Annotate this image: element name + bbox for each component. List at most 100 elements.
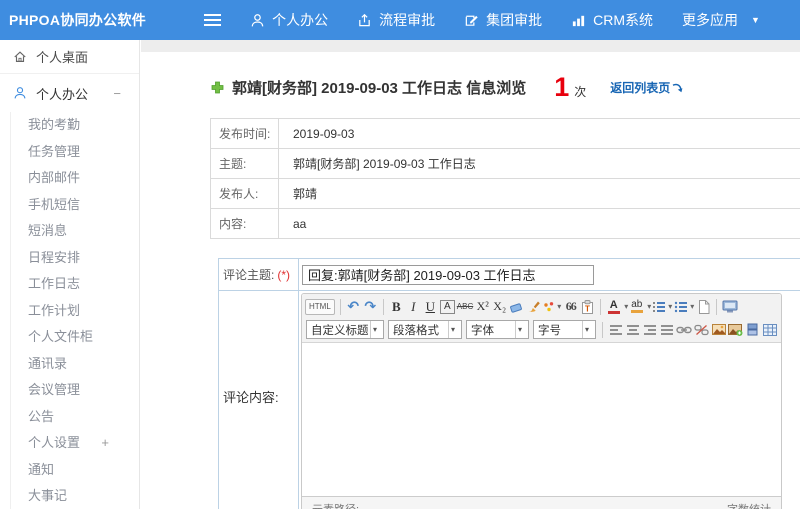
caret-down-icon[interactable]: ▾: [647, 302, 651, 311]
dropdown-label: 字号: [538, 324, 561, 337]
insert-image-icon[interactable]: [711, 321, 726, 339]
element-path-label: 元素路径:: [312, 501, 359, 509]
sidebar-item-meeting-management[interactable]: 会议管理: [11, 377, 139, 404]
font-style-button[interactable]: A: [439, 299, 455, 314]
row-label: 主题:: [211, 149, 279, 178]
sidebar-item-announcement[interactable]: 公告: [11, 404, 139, 431]
font-family-dropdown[interactable]: 字体 ▾: [466, 320, 529, 339]
nav-item-flow-approval[interactable]: 流程审批: [357, 10, 435, 30]
sidebar-item-my-attendance[interactable]: 我的考勤: [11, 112, 139, 139]
insert-table-icon[interactable]: [762, 321, 777, 339]
hamburger-icon[interactable]: [204, 19, 222, 21]
sidebar-item-work-plan[interactable]: 工作计划: [11, 298, 139, 325]
sidebar-item-task-management[interactable]: 任务管理: [11, 139, 139, 166]
table-row: 内容: aa: [211, 209, 800, 239]
nav-item-more-apps[interactable]: 更多应用: [682, 10, 738, 30]
nav-item-label: 个人办公: [272, 12, 329, 28]
sidebar-item-mobile-sms[interactable]: 手机短信: [11, 192, 139, 219]
chevron-down-icon[interactable]: ▼: [751, 15, 760, 25]
sidebar-item-contacts[interactable]: 通讯录: [11, 351, 139, 378]
sidebar-item-label: 短消息: [28, 223, 68, 238]
back-to-list-link[interactable]: 返回列表页: [610, 79, 683, 96]
sidebar-item-internal-mail[interactable]: 内部邮件: [11, 165, 139, 192]
toolbar-separator: [600, 298, 602, 315]
crm-chart-icon: [572, 15, 585, 26]
comment-subject-input[interactable]: [302, 264, 594, 285]
format-brush-icon[interactable]: [526, 298, 541, 316]
custom-heading-dropdown[interactable]: 自定义标题 ▾: [306, 320, 384, 339]
dropdown-label: 自定义标题: [311, 324, 369, 337]
font-size-dropdown[interactable]: 字号 ▾: [533, 320, 596, 339]
editor-status-bar: 元素路径: 字数统计: [302, 496, 781, 509]
sidebar-item-work-log[interactable]: 工作日志: [11, 271, 139, 298]
sidebar-item-label: 工作日志: [28, 276, 81, 291]
log-info-table: 发布时间: 2019-09-03 主题: 郭靖[财务部] 2019-09-03 …: [210, 118, 800, 239]
dropdown-label: 段落格式: [393, 324, 439, 337]
font-color-letter: A: [609, 298, 618, 311]
align-center-icon[interactable]: [625, 321, 640, 339]
sidebar-item-memorabilia[interactable]: 大事记: [11, 483, 139, 509]
word-count-label[interactable]: 字数统计: [727, 501, 771, 509]
toolbar-separator: [382, 298, 384, 315]
paragraph-format-dropdown[interactable]: 段落格式 ▾: [388, 320, 462, 339]
strikethrough-button[interactable]: ABC: [457, 298, 473, 316]
toolbar-separator: [716, 298, 718, 315]
caret-down-icon[interactable]: ▾: [624, 302, 628, 311]
subscript-button[interactable]: X₂: [492, 298, 507, 316]
nav-item-label: CRM系统: [593, 12, 653, 28]
sidebar-item-schedule[interactable]: 日程安排: [11, 245, 139, 272]
insert-link-icon[interactable]: [676, 321, 692, 339]
collapse-minus-icon[interactable]: −: [113, 86, 121, 101]
comment-subject-label: 评论主题: (*): [219, 259, 299, 290]
eraser-icon[interactable]: [509, 298, 524, 316]
unordered-list-icon[interactable]: ▾: [674, 298, 694, 316]
fullscreen-monitor-icon[interactable]: [722, 298, 738, 316]
editor-content-area[interactable]: [302, 343, 781, 496]
svg-text:T: T: [585, 304, 590, 313]
align-justify-icon[interactable]: [659, 321, 674, 339]
toolbar-separator: [339, 298, 341, 315]
html-source-button[interactable]: HTML: [305, 298, 335, 315]
expand-plus-icon[interactable]: +: [101, 430, 109, 457]
font-color-button[interactable]: A: [606, 298, 621, 316]
bold-button[interactable]: B: [389, 298, 404, 316]
unlink-icon[interactable]: [694, 321, 709, 339]
comment-form: 评论主题: (*) 评论内容: HTML ↶ ↷: [218, 258, 800, 509]
sidebar-item-file-cabinet[interactable]: 个人文件柜: [11, 324, 139, 351]
caret-down-icon: ▾: [515, 321, 524, 338]
sidebar-item-personal-settings[interactable]: 个人设置 +: [11, 430, 139, 457]
redo-icon[interactable]: ↷: [363, 298, 378, 316]
nav-item-group-approval[interactable]: 集团审批: [464, 10, 542, 30]
sidebar-item-notice[interactable]: 通知: [11, 457, 139, 484]
align-right-icon[interactable]: [642, 321, 657, 339]
superscript-button[interactable]: X²: [475, 298, 490, 316]
user-icon: [14, 87, 26, 99]
new-page-icon[interactable]: [696, 298, 711, 316]
undo-icon[interactable]: ↶: [346, 298, 361, 316]
sidebar-item-personal-desktop[interactable]: 个人桌面: [0, 40, 139, 74]
green-plus-icon: [211, 81, 224, 93]
color-dots-icon[interactable]: ▾: [543, 298, 561, 316]
align-left-icon[interactable]: [608, 321, 623, 339]
blockquote-button[interactable]: 66: [563, 298, 578, 316]
nav-item-crm[interactable]: CRM系统: [571, 10, 653, 30]
sidebar-item-short-message[interactable]: 短消息: [11, 218, 139, 245]
paste-text-icon[interactable]: T: [580, 298, 595, 316]
insert-media-icon[interactable]: [745, 321, 760, 339]
upload-image-icon[interactable]: [728, 321, 743, 339]
sidebar-item-label: 我的考勤: [28, 117, 81, 132]
italic-button[interactable]: I: [406, 298, 421, 316]
page-title-row: 郭靖[财务部] 2019-09-03 工作日志 信息浏览 1 次 返回列表页: [141, 72, 800, 102]
row-label: 发布时间:: [211, 119, 279, 148]
highlight-color-button[interactable]: ab: [629, 298, 644, 316]
app-logo: PHPOA协同办公软件: [9, 12, 147, 28]
sidebar-submenu: 我的考勤 任务管理 内部邮件 手机短信 短消息 日程安排 工作日志 工作计划 个…: [10, 112, 139, 509]
required-mark: (*): [277, 267, 291, 282]
ordered-list-icon[interactable]: ▾: [652, 298, 672, 316]
sidebar-group-personal-office[interactable]: 个人办公 −: [0, 74, 139, 112]
nav-item-personal-office[interactable]: 个人办公: [250, 10, 328, 30]
underline-button[interactable]: U: [423, 298, 438, 316]
table-row: 主题: 郭靖[财务部] 2019-09-03 工作日志: [211, 149, 800, 179]
comment-subject-row: 评论主题: (*): [219, 259, 800, 291]
row-value: aa: [293, 216, 307, 231]
